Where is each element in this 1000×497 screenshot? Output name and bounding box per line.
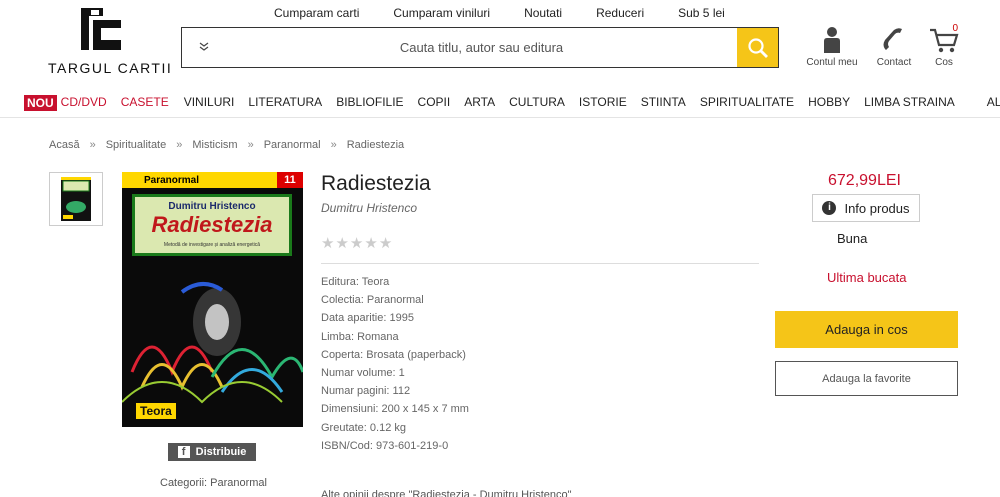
- breadcrumb-separator: »: [330, 139, 337, 151]
- logo-mark-icon: [81, 8, 121, 50]
- nav-item-viniluri[interactable]: VINILURI: [184, 95, 235, 111]
- breadcrumb-separator: »: [89, 139, 96, 151]
- logo-text: TARGUL CARTII: [48, 60, 173, 76]
- nav-item-stiinta[interactable]: STIINTA: [641, 95, 686, 111]
- detail-numar-volume: Numar volume: 1: [321, 367, 405, 380]
- star-icon[interactable]: ★: [364, 234, 377, 252]
- search-bar: [181, 27, 779, 68]
- add-to-cart-button[interactable]: Adauga in cos: [775, 311, 958, 348]
- rating-stars[interactable]: ★ ★ ★ ★ ★: [321, 234, 392, 252]
- info-product-label: Info produs: [844, 200, 910, 216]
- category-nav: NOU CD/DVD CASETE VINILURI LITERATURA BI…: [24, 95, 1000, 111]
- share-label: Distribuie: [195, 446, 247, 458]
- top-link-sub-5-lei[interactable]: Sub 5 lei: [678, 6, 725, 20]
- nav-item-hobby[interactable]: HOBBY: [808, 95, 850, 111]
- top-link-reduceri[interactable]: Reduceri: [596, 6, 644, 20]
- share-button[interactable]: f Distribuie: [168, 443, 256, 461]
- nav-item-cultura[interactable]: CULTURA: [509, 95, 565, 111]
- nav-item-casete[interactable]: CASETE: [121, 95, 169, 111]
- detail-greutate: Greutate: 0.12 kg: [321, 421, 406, 434]
- breadcrumb-item-spiritualitate[interactable]: Spiritualitate: [106, 139, 167, 151]
- nav-item-bibliofilie[interactable]: BIBLIOFILIE: [336, 95, 403, 111]
- top-link-cumparam-viniluri[interactable]: Cumparam viniluri: [393, 6, 490, 20]
- top-link-cumparam-carti[interactable]: Cumparam carti: [274, 6, 359, 20]
- detail-coperta: Coperta: Brosata (paperback): [321, 348, 466, 361]
- contact-link[interactable]: Contact: [872, 26, 916, 68]
- detail-limba: Limba: Romana: [321, 330, 399, 343]
- chevron-down-icon[interactable]: [182, 41, 226, 55]
- detail-isbn: ISBN/Cod: 973-601-219-0: [321, 439, 449, 452]
- cover-title-box: Dumitru Hristenco Radiestezia Metodă de …: [132, 194, 292, 256]
- star-icon[interactable]: ★: [350, 234, 363, 252]
- nav-item-limba-straina[interactable]: LIMBA STRAINA: [864, 95, 955, 111]
- book-cover-image: Paranormal 11 Dumitru Hristenco Radieste…: [122, 172, 303, 427]
- cover-subtitle: Metodă de investigare și analiză energet…: [163, 242, 261, 248]
- detail-colectia: Colectia: Paranormal: [321, 294, 424, 307]
- nav-item-arta[interactable]: ARTA: [464, 95, 495, 111]
- product-thumbnail[interactable]: [49, 172, 103, 226]
- breadcrumb-item-misticism[interactable]: Misticism: [192, 139, 237, 151]
- nav-item-copii[interactable]: COPII: [418, 95, 451, 111]
- product-divider: [321, 263, 759, 264]
- book-thumbnail-image: [61, 177, 91, 221]
- phone-icon: [883, 28, 902, 50]
- contact-label: Contact: [876, 57, 912, 68]
- nav-item-spiritualitate[interactable]: SPIRITUALITATE: [700, 95, 794, 111]
- cart-link[interactable]: 0 Cos: [926, 23, 962, 68]
- cover-series-label: Paranormal: [144, 175, 200, 186]
- star-icon[interactable]: ★: [379, 234, 392, 252]
- nav-item-cd-dvd[interactable]: CD/DVD: [61, 95, 107, 111]
- cover-publisher: Teora: [136, 403, 176, 419]
- user-icon: [824, 27, 840, 53]
- account-label: Contul meu: [806, 57, 858, 68]
- nav-item-nou[interactable]: NOU: [24, 95, 57, 111]
- product-condition: Buna: [837, 231, 868, 246]
- breadcrumb-separator: »: [247, 139, 254, 151]
- category-line: Categorii: Paranormal: [160, 477, 267, 489]
- cart-count-badge: 0: [952, 23, 958, 34]
- nav-item-istorie[interactable]: ISTORIE: [579, 95, 627, 111]
- nav-divider: [0, 117, 1000, 118]
- info-icon: i: [822, 201, 837, 215]
- nav-item-literatura[interactable]: LITERATURA: [248, 95, 322, 111]
- search-input[interactable]: [226, 40, 737, 55]
- stock-status: Ultima bucata: [827, 270, 907, 285]
- add-to-favorites-button[interactable]: Adauga la favorite: [775, 361, 958, 396]
- product-price: 672,99LEI: [828, 172, 901, 189]
- cover-series-number: 11: [277, 172, 303, 188]
- detail-data-aparitie: Data aparitie: 1995: [321, 312, 414, 325]
- detail-numar-pagini: Numar pagini: 112: [321, 385, 411, 398]
- nav-item-altele[interactable]: ALTELE: [987, 95, 1000, 111]
- search-button[interactable]: [737, 28, 778, 67]
- info-product-button[interactable]: i Info produs: [812, 194, 920, 222]
- cart-label: Cos: [935, 57, 953, 68]
- product-details: Editura: Teora Colectia: Paranormal Data…: [321, 273, 469, 455]
- product-author[interactable]: Dumitru Hristenco: [321, 201, 417, 215]
- breadcrumb-item-current: Radiestezia: [346, 139, 405, 151]
- detail-editura: Editura: Teora: [321, 276, 390, 288]
- account-link[interactable]: Contul meu: [804, 26, 860, 68]
- product-title: Radiestezia: [321, 172, 431, 195]
- search-icon: [747, 37, 768, 58]
- breadcrumb: Acasă » Spiritualitate » Misticism » Par…: [49, 139, 404, 151]
- star-icon[interactable]: ★: [335, 234, 348, 252]
- breadcrumb-separator: »: [176, 139, 183, 151]
- breadcrumb-item-paranormal[interactable]: Paranormal: [264, 139, 321, 151]
- other-opinions-text: Alte opinii despre "Radiestezia - Dumitr…: [321, 489, 572, 497]
- breadcrumb-item-home[interactable]: Acasă: [49, 139, 80, 151]
- cover-title: Radiestezia: [151, 212, 273, 237]
- top-links: Cumparam carti Cumparam viniluri Noutati…: [274, 6, 759, 20]
- facebook-icon: f: [177, 446, 190, 458]
- star-icon[interactable]: ★: [321, 234, 334, 252]
- cover-author: Dumitru Hristenco: [168, 201, 256, 212]
- top-link-noutati[interactable]: Noutati: [524, 6, 562, 20]
- detail-dimensiuni: Dimensiuni: 200 x 145 x 7 mm: [321, 403, 469, 416]
